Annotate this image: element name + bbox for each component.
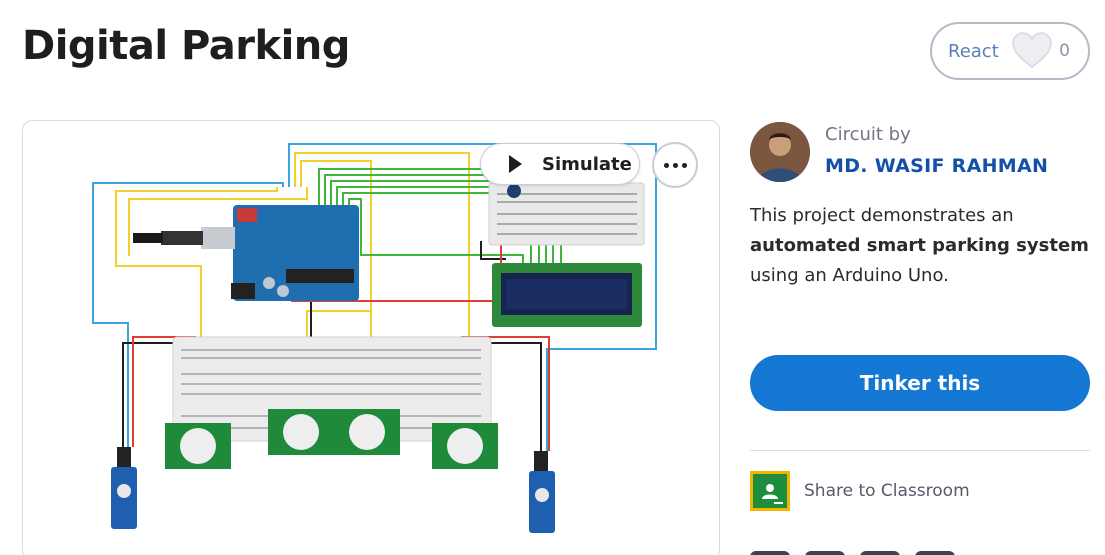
simulate-label: Simulate (542, 153, 632, 175)
tinker-this-button[interactable]: Tinker this (750, 355, 1090, 411)
circuit-canvas[interactable] (22, 120, 720, 555)
share-option[interactable] (750, 551, 790, 555)
author-link[interactable]: MD. WASIF RAHMAN (825, 155, 1048, 177)
project-description: This project demonstrates an automated s… (750, 201, 1100, 291)
google-classroom-icon (750, 471, 790, 511)
share-option[interactable] (860, 551, 900, 555)
share-icons-row (750, 551, 955, 555)
more-icon (663, 162, 669, 168)
avatar-image (750, 122, 810, 182)
simulate-button[interactable]: Simulate (480, 143, 640, 185)
heart-icon (1012, 32, 1052, 68)
avatar[interactable] (750, 122, 810, 182)
divider (750, 450, 1090, 451)
description-outro: using an Arduino Uno. (750, 265, 949, 286)
description-highlight: automated smart parking system (750, 235, 1089, 256)
react-button[interactable]: React 0 (930, 22, 1090, 80)
circuit-by-label: Circuit by (825, 124, 911, 145)
description-intro: This project demonstrates an (750, 205, 1014, 226)
page-title: Digital Parking (22, 23, 350, 69)
react-label: React (948, 40, 999, 62)
share-to-classroom-button[interactable]: Share to Classroom (750, 471, 970, 511)
circuit-diagram (92, 143, 657, 533)
more-options-button[interactable] (652, 142, 698, 188)
play-icon (509, 155, 522, 173)
share-option[interactable] (805, 551, 845, 555)
share-label: Share to Classroom (804, 481, 970, 501)
react-count: 0 (1059, 41, 1070, 61)
share-option[interactable] (915, 551, 955, 555)
